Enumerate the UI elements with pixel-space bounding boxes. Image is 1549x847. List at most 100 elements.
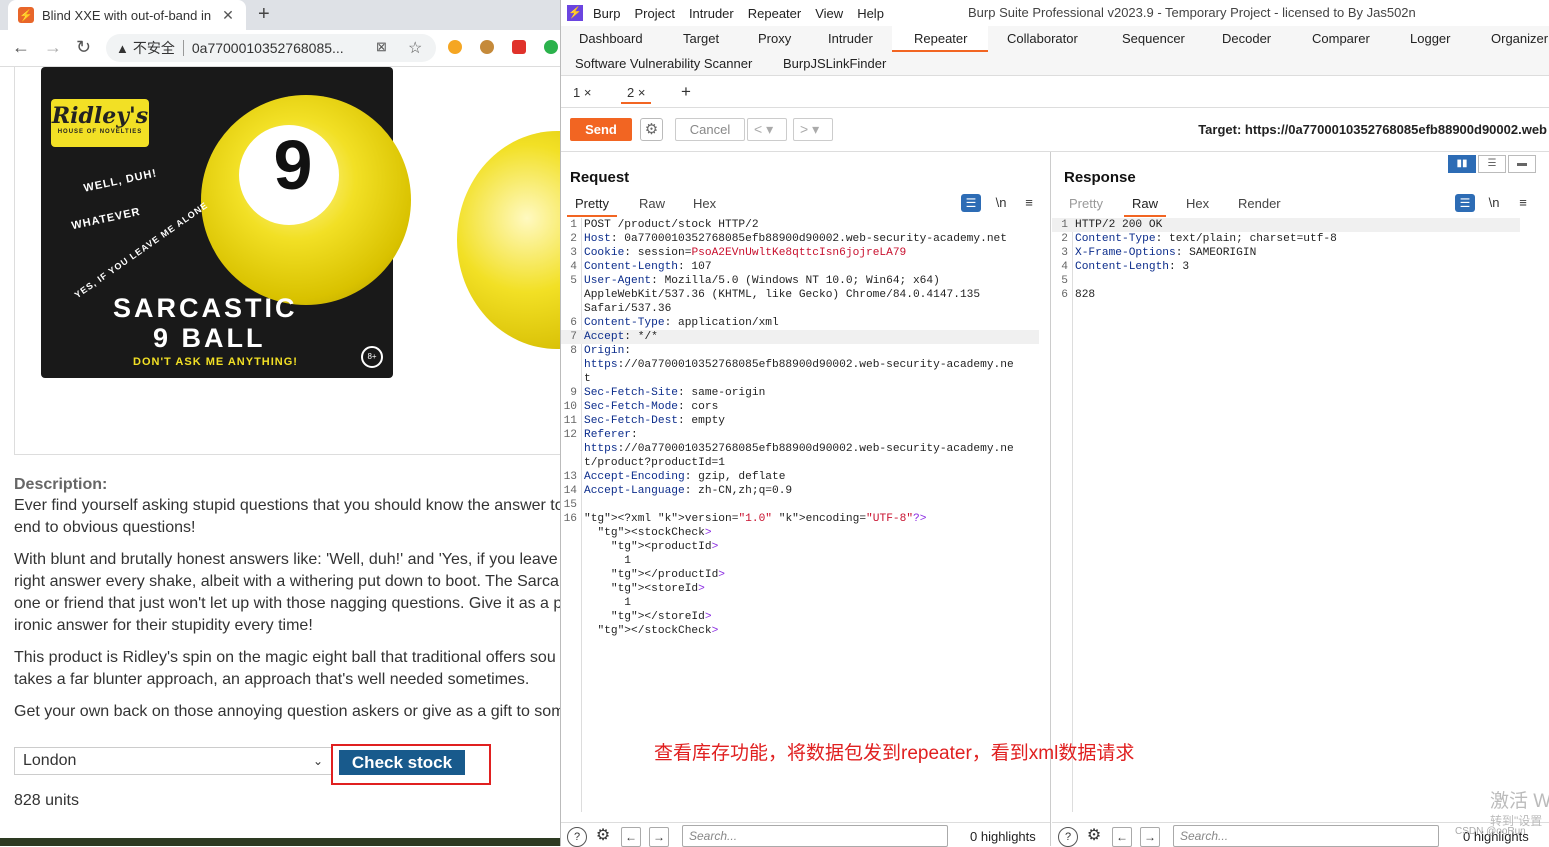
settings-icon[interactable]: ⚙: [1084, 827, 1104, 847]
request-view-hex[interactable]: Hex: [693, 196, 716, 211]
forward-icon[interactable]: →: [44, 37, 62, 58]
repeater-controls: Send ⚙ Cancel < ▾ > ▾ Target: https://0a…: [561, 108, 1549, 152]
tab-proxy[interactable]: Proxy: [758, 31, 791, 46]
search-prev-icon[interactable]: ←: [1112, 827, 1132, 847]
response-view-pretty[interactable]: Pretty: [1069, 196, 1103, 211]
response-line: 5: [1052, 274, 1520, 288]
word-wrap-icon[interactable]: ☰: [961, 194, 981, 212]
word-wrap-icon[interactable]: ☰: [1455, 194, 1475, 212]
tab-sequencer[interactable]: Sequencer: [1122, 31, 1185, 46]
line-number: 13: [563, 471, 577, 483]
response-view-hex[interactable]: Hex: [1186, 196, 1209, 211]
tab-dashboard[interactable]: Dashboard: [579, 31, 643, 46]
check-stock-button[interactable]: Check stock: [339, 750, 465, 775]
line-content: Host: 0a7700010352768085efb88900d90002.w…: [584, 233, 1007, 245]
extension-icon[interactable]: [448, 40, 462, 54]
tab-comparer[interactable]: Comparer: [1312, 31, 1370, 46]
close-tab-icon[interactable]: ✕: [220, 7, 236, 24]
settings-icon[interactable]: ⚙: [593, 827, 613, 847]
line-content: "tg"></stockCheck>: [597, 625, 719, 637]
description-line: Get your own back on those annoying ques…: [14, 703, 560, 720]
request-view-pretty[interactable]: Pretty: [567, 196, 617, 217]
newline-toggle-icon[interactable]: \n: [991, 194, 1011, 212]
new-tab-icon[interactable]: +: [258, 3, 270, 26]
help-icon[interactable]: ?: [1058, 827, 1078, 847]
line-content: 1: [584, 555, 631, 567]
browser-tab[interactable]: ⚡ Blind XXE with out-of-band in ✕: [8, 0, 246, 30]
tab-organizer[interactable]: Organizer: [1491, 31, 1548, 46]
repeater-tab-1[interactable]: 1 ×: [567, 82, 597, 104]
response-view-render[interactable]: Render: [1238, 196, 1281, 211]
description-line: one or friend that just won't let up wit…: [14, 595, 560, 612]
layout-tabs-icon[interactable]: ▬: [1508, 155, 1536, 173]
request-line: 4 Content-Length: 107: [561, 260, 1039, 274]
layout-stacked-icon[interactable]: ☰: [1478, 155, 1506, 173]
response-search-input[interactable]: Search...: [1173, 825, 1439, 847]
request-line: 15: [561, 498, 1039, 512]
tab-decoder[interactable]: Decoder: [1222, 31, 1271, 46]
send-button[interactable]: Send: [570, 118, 632, 141]
menu-help[interactable]: Help: [857, 6, 884, 21]
annotation-text: 查看库存功能，将数据包发到repeater，看到xml数据请求: [654, 743, 1135, 764]
reload-icon[interactable]: ↻: [76, 37, 91, 58]
menu-repeater[interactable]: Repeater: [748, 6, 801, 21]
layout-side-by-side-icon[interactable]: ▮▮: [1448, 155, 1476, 173]
menu-intruder[interactable]: Intruder: [689, 6, 734, 21]
url-text[interactable]: 0a7700010352768085...: [192, 40, 426, 56]
target-url[interactable]: Target: https://0a7700010352768085efb889…: [1198, 122, 1547, 137]
tab-logger[interactable]: Logger: [1410, 31, 1450, 46]
menu-icon[interactable]: ≡: [1019, 194, 1039, 212]
prev-request-button[interactable]: < ▾: [747, 118, 787, 141]
newline-toggle-icon[interactable]: \n: [1484, 194, 1504, 212]
menu-burp[interactable]: Burp: [593, 6, 620, 21]
ridleys-logo: Ridley's HOUSE OF NOVELTIES: [51, 99, 149, 147]
line-number: 1: [1061, 219, 1068, 231]
help-icon[interactable]: ?: [567, 827, 587, 847]
gear-icon[interactable]: ⚙: [640, 118, 663, 141]
bookmark-star-icon[interactable]: ☆: [408, 38, 422, 58]
next-request-button[interactable]: > ▾: [793, 118, 833, 141]
green-extension-icon[interactable]: [544, 40, 558, 54]
add-tab-icon[interactable]: +: [675, 79, 697, 101]
translate-icon[interactable]: ⊠: [376, 39, 387, 55]
request-line: "tg"></stockCheck>: [561, 624, 1039, 638]
tab-vuln-scanner[interactable]: Software Vulnerability Scanner: [575, 56, 752, 71]
stock-result: 828 units: [14, 792, 79, 809]
request-line: "tg"></storeId>: [561, 610, 1039, 624]
brand-text: Ridley's: [51, 103, 149, 129]
dice-extension-icon[interactable]: [512, 40, 526, 54]
request-line: 7 Accept: */*: [561, 330, 1039, 344]
tab-jslinkfinder[interactable]: BurpJSLinkFinder: [783, 56, 886, 71]
back-icon[interactable]: ←: [12, 37, 30, 58]
line-number: 5: [1061, 275, 1068, 287]
response-view-raw[interactable]: Raw: [1123, 196, 1167, 217]
tab-intruder[interactable]: Intruder: [828, 31, 873, 46]
menu-view[interactable]: View: [815, 6, 843, 21]
cookie-extension-icon[interactable]: [480, 40, 494, 54]
tab-target[interactable]: Target: [683, 31, 719, 46]
warning-icon: ▲: [116, 40, 129, 56]
store-select[interactable]: London ⌄: [14, 747, 332, 775]
menu-project[interactable]: Project: [634, 6, 674, 21]
line-content: User-Agent: Mozilla/5.0 (Windows NT 10.0…: [584, 275, 940, 287]
csdn-watermark: CSDN @ooRun: [1455, 826, 1526, 837]
tab-repeater[interactable]: Repeater: [914, 31, 967, 46]
request-line: "tg"><stockCheck>: [561, 526, 1039, 540]
line-content: Content-Type: application/xml: [584, 317, 779, 329]
request-line: 5 User-Agent: Mozilla/5.0 (Windows NT 10.…: [561, 274, 1039, 288]
line-number: 5: [570, 275, 577, 287]
line-content: "tg"></storeId>: [610, 611, 712, 623]
tab-collaborator[interactable]: Collaborator: [1007, 31, 1078, 46]
cancel-button[interactable]: Cancel: [675, 118, 745, 141]
search-next-icon[interactable]: →: [1140, 827, 1160, 847]
request-line: 6 Content-Type: application/xml: [561, 316, 1039, 330]
search-next-icon[interactable]: →: [649, 827, 669, 847]
box-text-1: WELL, DUH!: [82, 167, 159, 195]
repeater-tab-2[interactable]: 2 ×: [621, 82, 652, 104]
menu-icon[interactable]: ≡: [1513, 194, 1533, 212]
line-number: 15: [563, 499, 577, 511]
search-prev-icon[interactable]: ←: [621, 827, 641, 847]
store-select-value: London: [23, 752, 77, 769]
request-view-raw[interactable]: Raw: [639, 196, 665, 211]
request-search-input[interactable]: Search...: [682, 825, 948, 847]
